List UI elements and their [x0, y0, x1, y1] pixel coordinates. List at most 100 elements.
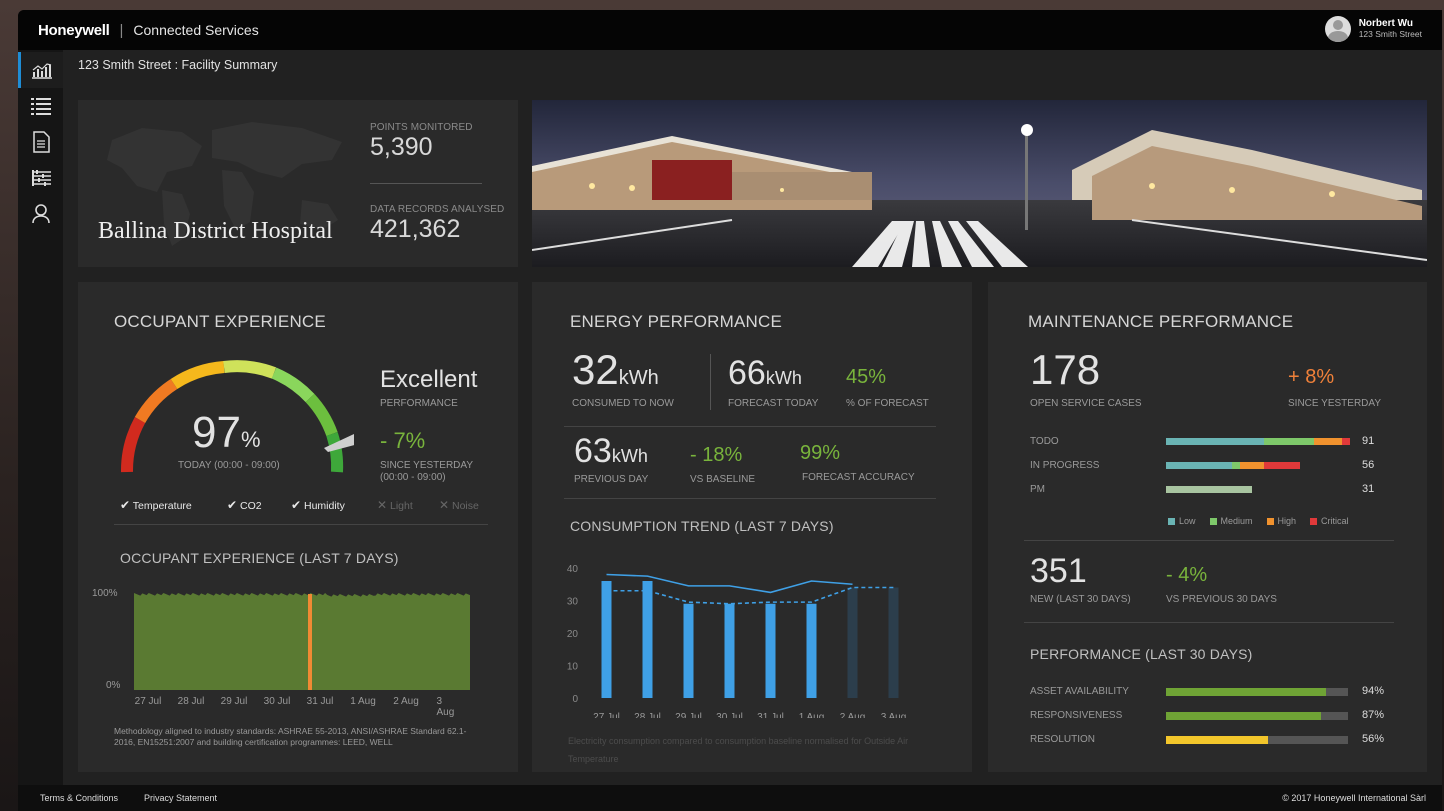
- performance-value: 94%: [1362, 685, 1385, 697]
- current-day-marker: [308, 594, 312, 690]
- energy-consumed: 32kWh: [572, 346, 659, 394]
- bar-segment-medium: [1232, 462, 1240, 469]
- factor-label: CO2: [239, 500, 262, 512]
- y-tick-label: 30: [567, 597, 579, 608]
- occupant-experience-card: OCCUPANT EXPERIENCE 97% TODAY (00:00 - 0…: [78, 282, 518, 772]
- privacy-link[interactable]: Privacy Statement: [144, 793, 217, 803]
- performance-title: PERFORMANCE (LAST 30 DAYS): [1030, 646, 1253, 662]
- occupant-rating-label: PERFORMANCE: [380, 398, 458, 409]
- performance-label: RESPONSIVENESS: [1030, 710, 1123, 721]
- document-icon[interactable]: [18, 124, 63, 160]
- performance-bar-fill: [1166, 688, 1327, 696]
- energy-vs-baseline-label: VS BASELINE: [690, 474, 756, 485]
- factor-noise[interactable]: ✕ Noise: [439, 498, 489, 512]
- divider: [710, 354, 711, 410]
- legend-critical: Critical: [1310, 516, 1349, 526]
- legend-swatch: [1168, 518, 1175, 526]
- x-tick-label: 27 Jul: [134, 696, 162, 707]
- x-tick-label: 29 Jul: [220, 696, 248, 707]
- occupant-factors: ✔ Temperature ✔ CO2 ✔ Humidity ✕ Light ✕…: [120, 498, 489, 512]
- energy-title: ENERGY PERFORMANCE: [570, 312, 783, 331]
- x-tick-label: 30 Jul: [716, 712, 743, 718]
- occupant-score-caption: TODAY (00:00 - 09:00): [178, 460, 280, 471]
- performance-value: 56%: [1362, 733, 1385, 745]
- vs-previous-label: VS PREVIOUS 30 DAYS: [1166, 594, 1277, 605]
- list-icon[interactable]: [18, 88, 63, 124]
- occupant-score-unit: %: [240, 427, 261, 452]
- y-tick-label: 0: [572, 694, 578, 705]
- performance-label: RESOLUTION: [1030, 734, 1096, 745]
- check-icon: ✔: [120, 498, 131, 512]
- user-menu[interactable]: Norbert Wu 123 Smith Street: [1324, 16, 1422, 42]
- divider: [1024, 622, 1394, 623]
- facility-card: Ballina District Hospital POINTS MONITOR…: [78, 100, 518, 267]
- occupant-change: - 7%: [380, 428, 426, 453]
- x-tick-label: 28 Jul: [177, 696, 205, 707]
- priority-legend: Low Medium High Critical: [1168, 516, 1349, 526]
- top-bar: Honeywell | Connected Services Norbert W…: [18, 10, 1442, 50]
- divider: [1024, 540, 1394, 541]
- factor-label: Humidity: [303, 500, 345, 512]
- occupant-rating: Excellent: [380, 366, 478, 393]
- factor-light[interactable]: ✕ Light: [377, 498, 439, 512]
- x-tick-label: 31 Jul: [757, 712, 784, 718]
- vs-previous-value: - 4%: [1166, 564, 1208, 586]
- legend-high: High: [1266, 516, 1296, 526]
- divider: [370, 183, 482, 184]
- x-tick-label: 2 Aug: [393, 696, 419, 707]
- performance-bar-fill: [1166, 736, 1268, 744]
- x-tick-label: 28 Jul: [634, 712, 661, 718]
- pm-bar: [1166, 486, 1252, 493]
- performance-value: 87%: [1362, 709, 1385, 721]
- bar: [724, 603, 735, 698]
- energy-pct-forecast-label: % OF FORECAST: [846, 398, 929, 409]
- maintenance-performance-card: MAINTENANCE PERFORMANCE 178 OPEN SERVICE…: [988, 282, 1427, 772]
- performance-bar-fill: [1166, 712, 1321, 720]
- occupant-area: [134, 593, 470, 690]
- energy-note: Electricity consumption compared to cons…: [568, 736, 909, 764]
- occupant-title: OCCUPANT EXPERIENCE: [114, 312, 326, 331]
- terms-link[interactable]: Terms & Conditions: [40, 793, 118, 803]
- x-tick-label: 1 Aug: [799, 712, 825, 718]
- new-cases-label: NEW (LAST 30 DAYS): [1030, 594, 1131, 605]
- occupant-methodology-note: Methodology aligned to industry standard…: [114, 726, 467, 747]
- open-service-cases-label: OPEN SERVICE CASES: [1030, 398, 1142, 409]
- avatar[interactable]: [1324, 16, 1351, 42]
- chart-icon[interactable]: [18, 52, 63, 88]
- energy-forecast-label: FORECAST TODAY: [728, 398, 819, 409]
- maintenance-change-label: SINCE YESTERDAY: [1288, 398, 1381, 409]
- occupant-change-label: SINCE YESTERDAY: [380, 460, 473, 471]
- points-monitored-value: 5,390: [370, 133, 433, 161]
- bar: [601, 581, 612, 698]
- bar-segment-high: [1240, 462, 1264, 469]
- consumption-trend-chart: 0 10 20 30 40 27 Jul 28 Jul 29 Jul 30 Jul 31 Jul 1…: [567, 564, 907, 718]
- brand-logo[interactable]: Honeywell: [38, 22, 110, 39]
- occupant-y-max: 100%: [92, 588, 118, 599]
- cross-icon: ✕: [439, 498, 450, 512]
- energy-previous-day: 63kWh: [574, 432, 648, 471]
- brand-separator: |: [119, 21, 124, 39]
- facility-photo: [532, 100, 1427, 267]
- occupant-score-value: 97: [192, 408, 241, 457]
- x-tick-label: 3 Aug: [881, 712, 907, 718]
- factor-temperature[interactable]: ✔ Temperature: [120, 498, 227, 512]
- x-tick-label: 29 Jul: [675, 712, 702, 718]
- bar: [847, 587, 858, 698]
- occupant-trend-title: OCCUPANT EXPERIENCE (LAST 7 DAYS): [120, 550, 399, 566]
- factor-co2[interactable]: ✔ CO2: [227, 498, 291, 512]
- pm-count: 31: [1362, 483, 1375, 495]
- legend-label: Critical: [1321, 516, 1349, 526]
- y-tick-label: 20: [567, 629, 579, 640]
- sidebar: [18, 50, 63, 785]
- filter-list-icon[interactable]: [18, 160, 63, 196]
- facility-name: Ballina District Hospital: [98, 218, 333, 244]
- bar-segment-high: [1314, 438, 1342, 445]
- occupant-trend-x-axis: 27 Jul 28 Jul 29 Jul 30 Jul 31 Jul 1 Aug 2 Aug…: [134, 696, 474, 718]
- occupant-y-min: 0%: [106, 680, 121, 691]
- factor-humidity[interactable]: ✔ Humidity: [291, 498, 377, 512]
- legend-label: Low: [1179, 516, 1196, 526]
- user-icon[interactable]: [18, 196, 63, 232]
- data-records-label: DATA RECORDS ANALYSED: [370, 204, 505, 215]
- occupant-trend-chart: [134, 593, 470, 690]
- check-icon: ✔: [227, 498, 238, 512]
